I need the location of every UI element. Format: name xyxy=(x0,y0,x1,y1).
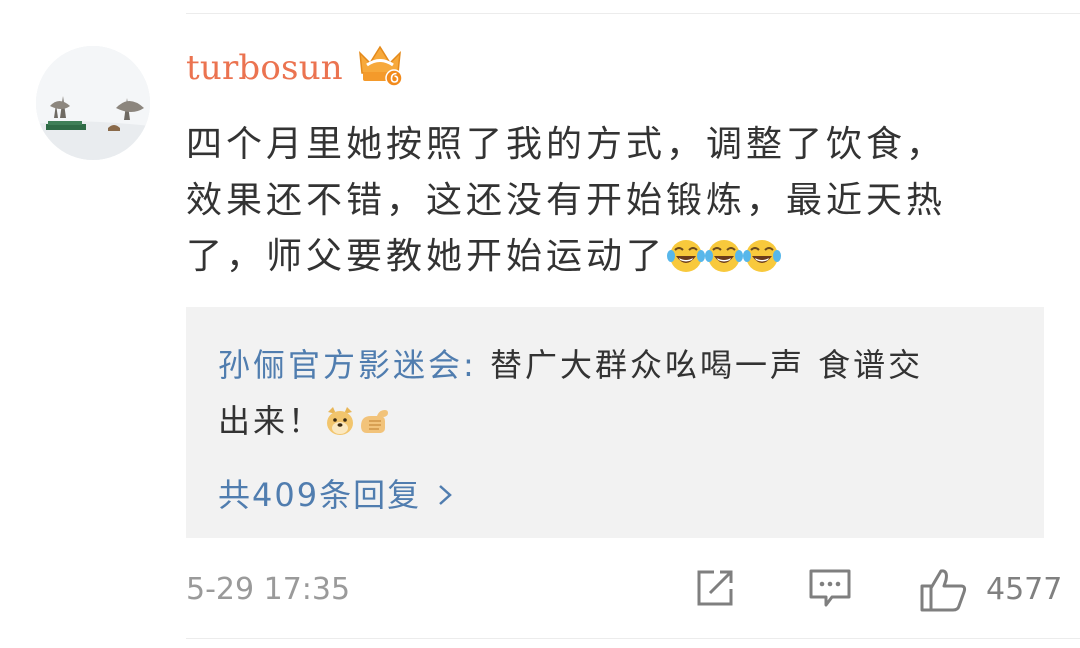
laughing-tears-icon xyxy=(667,240,706,272)
fist-salute-icon xyxy=(361,410,389,433)
reply-preview-box[interactable]: 孙俪官方影迷会: 替广大群众吆喝一声 食谱交 出来！ 共409条回复 xyxy=(186,307,1044,538)
reply-count-label: 共409条回复 xyxy=(218,476,422,514)
comment-line: 四个月里她按照了我的方式，调整了饮食， xyxy=(186,124,947,165)
username[interactable]: turbosun xyxy=(186,48,343,88)
avatar-image xyxy=(36,46,150,160)
timestamp: 5-29 17:35 xyxy=(186,572,351,607)
reply-content: 出来！ xyxy=(218,402,324,440)
laughing-tears-icon xyxy=(705,240,744,272)
comment-button[interactable] xyxy=(808,567,852,613)
reply-line: 出来！ xyxy=(218,393,1008,449)
reply-separator: : xyxy=(463,346,477,384)
comment-line-text: 了，师父要教她开始运动了 xyxy=(186,236,667,277)
view-all-replies-link[interactable]: 共409条回复 xyxy=(218,467,453,523)
reply-text: 孙俪官方影迷会: 替广大群众吆喝一声 食谱交 出来！ xyxy=(218,337,1008,449)
like-button[interactable] xyxy=(918,567,968,617)
comment-icon xyxy=(809,569,851,607)
comment-text: 四个月里她按照了我的方式，调整了饮食， 效果还不错，这还没有开始锻炼，最近天热 … xyxy=(186,117,1046,285)
chevron-right-icon xyxy=(437,467,453,523)
reply-content: 替广大群众吆喝一声 食谱交 xyxy=(476,346,924,384)
reply-author[interactable]: 孙俪官方影迷会 xyxy=(218,346,463,384)
top-divider xyxy=(186,13,1080,14)
comment-line: 效果还不错，这还没有开始锻炼，最近天热 xyxy=(186,180,947,221)
reply-line: 孙俪官方影迷会: 替广大群众吆喝一声 食谱交 xyxy=(218,337,1008,393)
doge-icon xyxy=(327,407,354,435)
avatar[interactable] xyxy=(36,46,150,160)
bottom-divider xyxy=(186,638,1080,639)
laughing-tears-icon xyxy=(743,240,782,272)
share-button[interactable] xyxy=(694,567,736,613)
crown-vip-badge-icon[interactable] xyxy=(357,43,403,89)
comment-line: 了，师父要教她开始运动了 xyxy=(186,229,1046,285)
like-count: 4577 xyxy=(986,572,1063,607)
share-icon xyxy=(697,570,733,606)
like-icon xyxy=(920,569,967,612)
